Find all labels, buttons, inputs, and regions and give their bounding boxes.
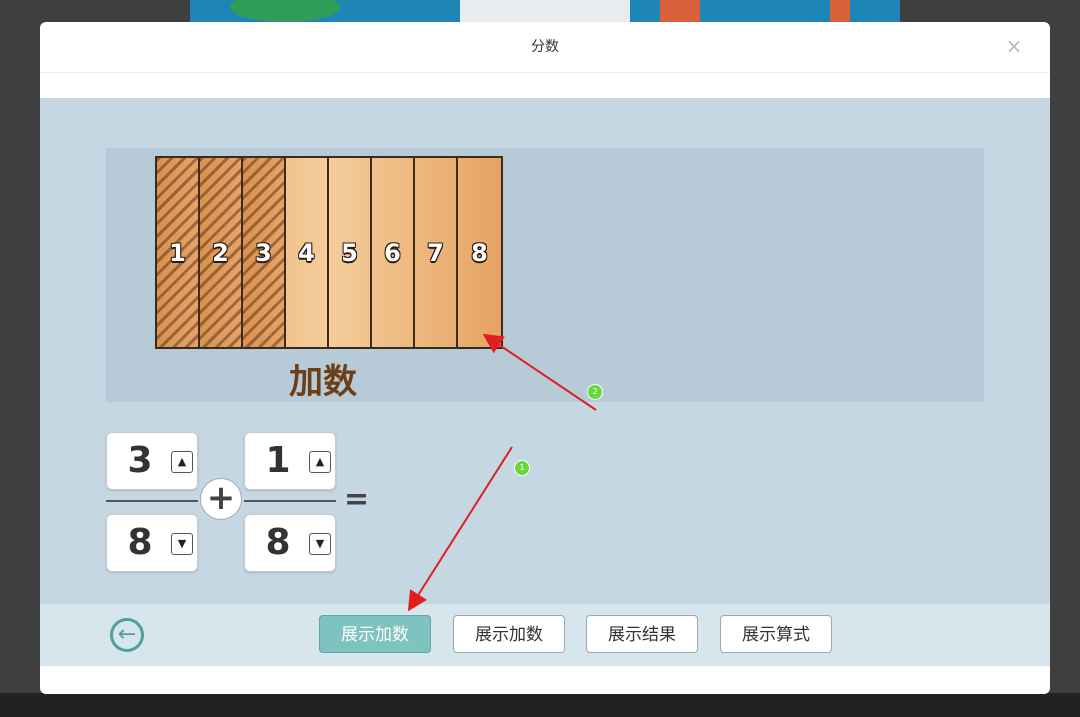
equals-sign: = bbox=[344, 482, 370, 517]
fraction1-denominator-box: 8 ▼ bbox=[106, 514, 198, 572]
board-segment[interactable]: 6 bbox=[372, 158, 415, 347]
fraction2-denominator-box: 8 ▼ bbox=[244, 514, 336, 572]
show-formula-button[interactable]: 展示算式 bbox=[720, 615, 832, 653]
fraction2-denominator: 8 bbox=[265, 522, 291, 563]
fraction-dialog: 分数 × 1 2 3 4 5 6 7 8 加数 3 ▲ 8 ▼ + 1 ▲ 8 … bbox=[40, 22, 1050, 694]
board-segment[interactable]: 7 bbox=[415, 158, 458, 347]
bottom-toolbar: ← 展示加数 展示加数 展示结果 展示算式 bbox=[40, 604, 1050, 666]
background-logo bbox=[230, 0, 340, 22]
addend-label: 加数 bbox=[289, 362, 357, 402]
fraction1-numerator: 3 bbox=[127, 440, 153, 481]
segment-number: 7 bbox=[427, 238, 444, 267]
fraction1-denominator: 8 bbox=[127, 522, 153, 563]
plus-operator: + bbox=[200, 478, 242, 520]
segment-number: 2 bbox=[212, 238, 229, 267]
show-addend-button[interactable]: 展示加数 bbox=[453, 615, 565, 653]
dialog-title: 分数 bbox=[531, 39, 559, 55]
close-icon[interactable]: × bbox=[1004, 36, 1024, 56]
background-stripe bbox=[830, 0, 850, 24]
background-stripe bbox=[660, 0, 700, 24]
fraction2-numerator: 1 bbox=[265, 440, 291, 481]
segment-number: 3 bbox=[255, 238, 272, 267]
segment-number: 6 bbox=[384, 238, 401, 267]
numerator-up-button[interactable]: ▲ bbox=[309, 451, 331, 473]
board-segment[interactable]: 2 bbox=[200, 158, 243, 347]
board-segment[interactable]: 5 bbox=[329, 158, 372, 347]
background-taskbar bbox=[0, 693, 1080, 717]
stage-area: 1 2 3 4 5 6 7 8 加数 3 ▲ 8 ▼ + 1 ▲ 8 ▼ = bbox=[40, 98, 1050, 604]
show-addend-button-active[interactable]: 展示加数 bbox=[319, 615, 431, 653]
step-marker-1: 1 bbox=[514, 460, 530, 476]
segment-number: 4 bbox=[298, 238, 315, 267]
numerator-up-button[interactable]: ▲ bbox=[171, 451, 193, 473]
segment-number: 1 bbox=[169, 238, 186, 267]
fraction2-bar bbox=[244, 500, 336, 502]
denominator-down-button[interactable]: ▼ bbox=[309, 533, 331, 555]
wood-board: 1 2 3 4 5 6 7 8 bbox=[155, 156, 503, 349]
step-marker-2: 2 bbox=[587, 384, 603, 400]
background-app bbox=[190, 0, 900, 24]
fraction2-numerator-box: 1 ▲ bbox=[244, 432, 336, 490]
denominator-down-button[interactable]: ▼ bbox=[171, 533, 193, 555]
board-segment[interactable]: 8 bbox=[458, 158, 501, 347]
board-segment[interactable]: 1 bbox=[157, 158, 200, 347]
fraction1-numerator-box: 3 ▲ bbox=[106, 432, 198, 490]
visual-panel: 1 2 3 4 5 6 7 8 加数 bbox=[106, 148, 984, 402]
show-result-button[interactable]: 展示结果 bbox=[586, 615, 698, 653]
title-divider bbox=[40, 72, 1050, 73]
fraction1-bar bbox=[106, 500, 198, 502]
board-segment[interactable]: 4 bbox=[286, 158, 329, 347]
segment-number: 5 bbox=[341, 238, 358, 267]
back-arrow-icon[interactable]: ← bbox=[110, 618, 144, 652]
segment-number: 8 bbox=[471, 238, 488, 267]
board-segment[interactable]: 3 bbox=[243, 158, 286, 347]
